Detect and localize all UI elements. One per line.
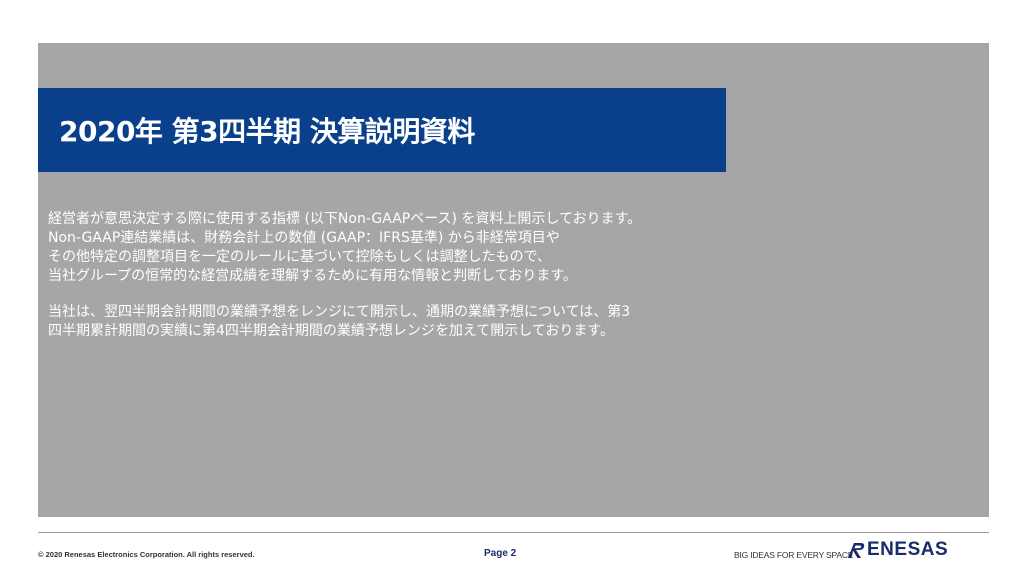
copyright-notice: © 2020 Renesas Electronics Corporation. … xyxy=(38,550,255,559)
slide-body: 経営者が意思決定する際に使用する指標 (以下Non-GAAPベース) を資料上開… xyxy=(48,210,788,358)
body-line: 四半期累計期間の実績に第4四半期会計期間の業績予想レンジを加えて開示しております… xyxy=(48,323,614,339)
footer-divider xyxy=(38,532,989,533)
page-number: Page 2 xyxy=(484,548,517,559)
logo-wordmark: ENESAS xyxy=(867,539,949,560)
paragraph-forecast: 当社は、翌四半期会計期間の業績予想をレンジにて開示し、通期の業績予想については、… xyxy=(48,303,788,341)
body-line: その他特定の調整項目を一定のルールに基づいて控除もしくは調整したもので、 xyxy=(48,249,552,265)
slide-title: 2020年 第3四半期 決算説明資料 xyxy=(59,115,475,148)
renesas-r-icon xyxy=(848,543,865,558)
body-line: 経営者が意思決定する際に使用する指標 (以下Non-GAAPベース) を資料上開… xyxy=(48,211,642,227)
body-line: Non-GAAP連結業績は、財務会計上の数値 (GAAP：IFRS基準) から非… xyxy=(48,230,560,246)
body-line: 当社は、翌四半期会計期間の業績予想をレンジにて開示し、通期の業績予想については、… xyxy=(48,304,631,320)
brand-tagline: BIG IDEAS FOR EVERY SPACE xyxy=(734,550,854,560)
renesas-logo: ENESAS xyxy=(846,539,948,561)
paragraph-non-gaap: 経営者が意思決定する際に使用する指標 (以下Non-GAAPベース) を資料上開… xyxy=(48,210,788,286)
body-line: 当社グループの恒常的な経営成績を理解するために有用な情報と判断しております。 xyxy=(48,268,577,284)
title-bar: 2020年 第3四半期 決算説明資料 xyxy=(38,88,726,172)
